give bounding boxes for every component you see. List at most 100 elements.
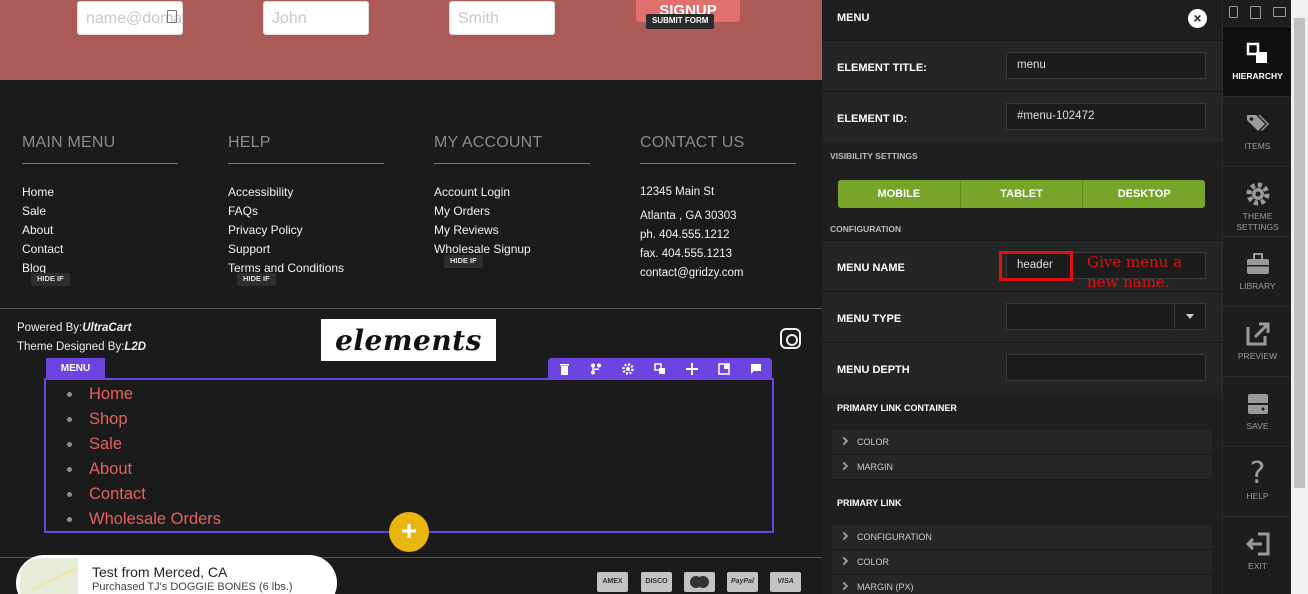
tool-rail: HIERARCHY ITEMS THEME SETTINGS LIBRARY P…	[1222, 0, 1292, 594]
footer-link[interactable]: Contact	[22, 242, 178, 261]
hide-if-tag[interactable]: HIDE IF	[31, 273, 70, 286]
last-name-placeholder: Smith	[458, 10, 499, 27]
hide-if-tag[interactable]: HIDE IF	[237, 273, 276, 286]
plus-icon[interactable]	[676, 358, 708, 380]
accordion-pl-color[interactable]: COLOR	[832, 550, 1212, 575]
footer-col-help: HELP Accessibility FAQs Privacy Policy S…	[228, 134, 384, 280]
element-title-input[interactable]: menu	[1006, 52, 1206, 79]
gear-icon[interactable]	[612, 358, 644, 380]
tablet-device-icon[interactable]	[1250, 5, 1261, 19]
menu-depth-input[interactable]	[1006, 354, 1206, 381]
footer-heading: MAIN MENU	[22, 134, 178, 164]
visibility-settings-label: VISIBILITY SETTINGS	[830, 151, 918, 161]
menu-item[interactable]: About	[66, 458, 221, 483]
menu-element-tag[interactable]: MENU	[46, 358, 105, 379]
comment-icon[interactable]	[740, 358, 772, 380]
powered-by-label: Powered By:	[17, 322, 83, 334]
layout-icon[interactable]	[708, 358, 740, 380]
close-icon[interactable]: ×	[1188, 9, 1207, 28]
footer-link[interactable]: Privacy Policy	[228, 223, 384, 242]
contact-email[interactable]: contact@gridzy.com	[640, 266, 796, 285]
external-link-icon	[1245, 321, 1271, 347]
rail-items[interactable]: ITEMS	[1223, 96, 1292, 166]
rail-label: ITEMS	[1244, 141, 1271, 151]
powered-by: Powered By:UltraCart	[17, 322, 131, 334]
rail-save[interactable]: SAVE	[1223, 376, 1292, 446]
email-field[interactable]: name@domain.com	[77, 1, 183, 35]
rail-theme-settings[interactable]: THEME SETTINGS	[1223, 166, 1292, 236]
mobile-device-icon[interactable]	[1229, 6, 1238, 18]
menu-item[interactable]: Wholesale Orders	[66, 508, 221, 533]
rail-label: PREVIEW	[1237, 351, 1278, 361]
rail-library[interactable]: LIBRARY	[1223, 236, 1292, 306]
footer-link[interactable]: Support	[228, 242, 384, 261]
footer-link[interactable]: My Reviews	[434, 223, 590, 242]
rail-help[interactable]: ? HELP	[1223, 446, 1292, 516]
footer-link[interactable]: Home	[22, 185, 178, 204]
menu-depth-row: MENU DEPTH	[822, 342, 1222, 393]
desktop-device-icon[interactable]	[1273, 7, 1286, 17]
accordion-pl-configuration[interactable]: CONFIGURATION	[832, 525, 1212, 550]
rail-preview[interactable]: PREVIEW	[1223, 306, 1292, 376]
submit-form-tag[interactable]: SUBMIT FORM	[646, 14, 715, 29]
footer-link[interactable]: About	[22, 223, 178, 242]
menu-name-label: MENU NAME	[837, 262, 905, 274]
menu-type-row: MENU TYPE	[822, 291, 1222, 342]
accordion-plc-margin[interactable]: MARGIN	[832, 455, 1212, 480]
accordion-label: COLOR	[857, 437, 890, 447]
visibility-mobile-button[interactable]: MOBILE	[838, 180, 961, 208]
visa-icon: VISA	[770, 572, 801, 592]
amex-icon: AMEX	[597, 572, 628, 592]
elements-logo[interactable]: elements	[321, 319, 496, 361]
element-title-row: ELEMENT TITLE: menu	[822, 40, 1222, 91]
menu-item[interactable]: Home	[66, 383, 221, 408]
chevron-down-icon[interactable]	[1174, 303, 1206, 330]
save-icon	[1245, 391, 1271, 417]
accordion-label: COLOR	[857, 557, 890, 567]
element-id-input[interactable]: #menu-102472	[1006, 103, 1206, 130]
chevron-right-icon	[839, 581, 849, 591]
instagram-icon[interactable]	[780, 328, 801, 349]
last-name-field[interactable]: Smith	[449, 1, 555, 35]
rail-label: THEME SETTINGS	[1236, 211, 1279, 232]
contact-city: Atlanta , GA 30303	[640, 210, 737, 222]
first-name-field[interactable]: John	[263, 1, 369, 35]
copy-icon[interactable]	[644, 358, 676, 380]
footer-link[interactable]: Accessibility	[228, 185, 384, 204]
menu-item[interactable]: Sale	[66, 433, 221, 458]
toast-subtitle: Purchased TJ's DOGGIE BONES (6 lbs.)	[92, 581, 293, 593]
rail-label: EXIT	[1248, 561, 1267, 571]
discover-icon: DISCO	[641, 572, 672, 592]
app-root: name@domain.com John Smith SIGNUP SUBMIT…	[0, 0, 1308, 594]
hide-if-tag[interactable]: HIDE IF	[444, 255, 483, 268]
menu-depth-label: MENU DEPTH	[837, 364, 910, 376]
menu-item[interactable]: Contact	[66, 483, 221, 508]
powered-by-value[interactable]: UltraCart	[82, 322, 131, 334]
theme-value[interactable]: L2D	[124, 341, 146, 353]
question-icon: ?	[1249, 456, 1266, 491]
menu-list: Home Shop Sale About Contact Wholesale O…	[66, 383, 221, 533]
footer-link[interactable]: FAQs	[228, 204, 384, 223]
footer-link[interactable]: My Orders	[434, 204, 590, 223]
footer-heading: MY ACCOUNT	[434, 134, 590, 164]
primary-link-container-title: PRIMARY LINK CONTAINER	[837, 403, 957, 413]
element-id-label: ELEMENT ID:	[837, 113, 908, 125]
rail-exit[interactable]: EXIT	[1223, 516, 1292, 586]
accordion-plc-color[interactable]: COLOR	[832, 430, 1212, 455]
visibility-desktop-button[interactable]: DESKTOP	[1083, 180, 1205, 208]
accordion-pl-margin[interactable]: MARGIN (PX)	[832, 575, 1212, 594]
footer-link[interactable]: Sale	[22, 204, 178, 223]
branch-icon[interactable]	[580, 358, 612, 380]
trash-icon[interactable]	[548, 358, 580, 380]
element-title-label: ELEMENT TITLE:	[837, 62, 927, 74]
contact-address: 12345 Main St	[640, 186, 715, 198]
add-element-button[interactable]: +	[389, 512, 429, 552]
footer-link[interactable]: Account Login	[434, 185, 590, 204]
device-switcher	[1223, 0, 1292, 24]
visibility-tablet-button[interactable]: TABLET	[960, 180, 1084, 208]
rail-hierarchy[interactable]: HIERARCHY	[1223, 26, 1292, 96]
menu-item[interactable]: Shop	[66, 408, 221, 433]
scrollbar-thumb[interactable]	[1294, 18, 1305, 488]
theme-designed-by: Theme Designed By:L2D	[17, 341, 146, 353]
site-preview: name@domain.com John Smith SIGNUP SUBMIT…	[0, 0, 822, 594]
